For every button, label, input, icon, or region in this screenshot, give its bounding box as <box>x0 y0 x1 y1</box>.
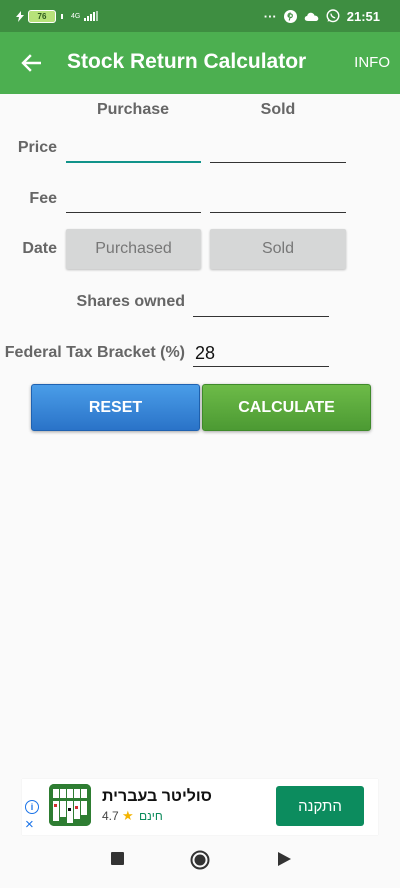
battery-level: 76 <box>37 11 47 21</box>
system-nav-bar <box>0 836 400 888</box>
status-left: 76 4G <box>16 9 99 23</box>
page-title: Stock Return Calculator <box>67 50 307 73</box>
recents-button[interactable] <box>111 852 124 865</box>
status-bar: 76 4G ··· 21:51 <box>0 0 400 32</box>
tax-bracket-input[interactable]: 28 <box>193 341 329 367</box>
square-icon <box>111 852 124 865</box>
home-button[interactable] <box>190 850 210 870</box>
charging-icon <box>16 10 24 22</box>
triangle-icon <box>278 852 291 866</box>
column-header-purchase: Purchase <box>96 101 170 118</box>
battery-tip <box>61 13 63 19</box>
ad-install-button[interactable]: התקנה <box>276 786 364 826</box>
date-purchased-button[interactable]: Purchased <box>66 229 201 269</box>
tax-bracket-label: Federal Tax Bracket (%) <box>4 344 185 361</box>
calculate-button[interactable]: CALCULATE <box>202 384 371 431</box>
app-bar: Stock Return Calculator INFO <box>0 32 400 94</box>
info-button[interactable]: INFO <box>354 54 390 71</box>
ad-close-icon[interactable]: × <box>25 817 34 832</box>
network-type: 4G <box>71 12 81 20</box>
purchase-price-input[interactable] <box>66 137 201 163</box>
sold-fee-input[interactable] <box>210 187 346 213</box>
sold-price-input[interactable] <box>210 137 346 163</box>
ad-title[interactable]: סוליטר בעברית <box>102 788 212 806</box>
column-header-sold: Sold <box>260 101 296 118</box>
ad-price: חינם <box>139 809 163 823</box>
date-sold-button[interactable]: Sold <box>210 229 346 269</box>
battery-icon: 76 <box>28 9 56 23</box>
cloud-icon <box>304 11 319 22</box>
arrow-left-icon <box>21 54 41 72</box>
purchase-fee-input[interactable] <box>66 187 201 213</box>
more-dots: ··· <box>263 8 277 24</box>
signal-icon <box>84 11 99 21</box>
whatsapp-icon <box>326 9 340 23</box>
status-right: ··· 21:51 <box>264 9 380 24</box>
back-nav-button[interactable] <box>278 852 291 866</box>
shares-owned-input[interactable] <box>193 291 329 317</box>
ad-banner[interactable]: i × סוליטר בעברית 4.7 ★ חינם התקנה <box>22 779 378 835</box>
circle-icon <box>190 850 210 870</box>
clock: 21:51 <box>346 8 380 24</box>
back-button[interactable] <box>16 49 46 77</box>
fee-label: Fee <box>29 190 57 207</box>
price-label: Price <box>17 139 57 156</box>
screen: 76 4G ··· 21:51 Stock Return Calculator … <box>0 0 400 888</box>
solitaire-app-icon[interactable] <box>49 784 91 826</box>
ad-rating: 4.7 <box>102 809 119 823</box>
shares-owned-label: Shares owned <box>76 293 185 310</box>
date-label: Date <box>22 240 57 257</box>
reset-button[interactable]: RESET <box>31 384 200 431</box>
pinterest-icon <box>283 9 297 23</box>
star-icon: ★ <box>122 808 134 823</box>
ad-info-icon[interactable]: i <box>25 800 39 814</box>
